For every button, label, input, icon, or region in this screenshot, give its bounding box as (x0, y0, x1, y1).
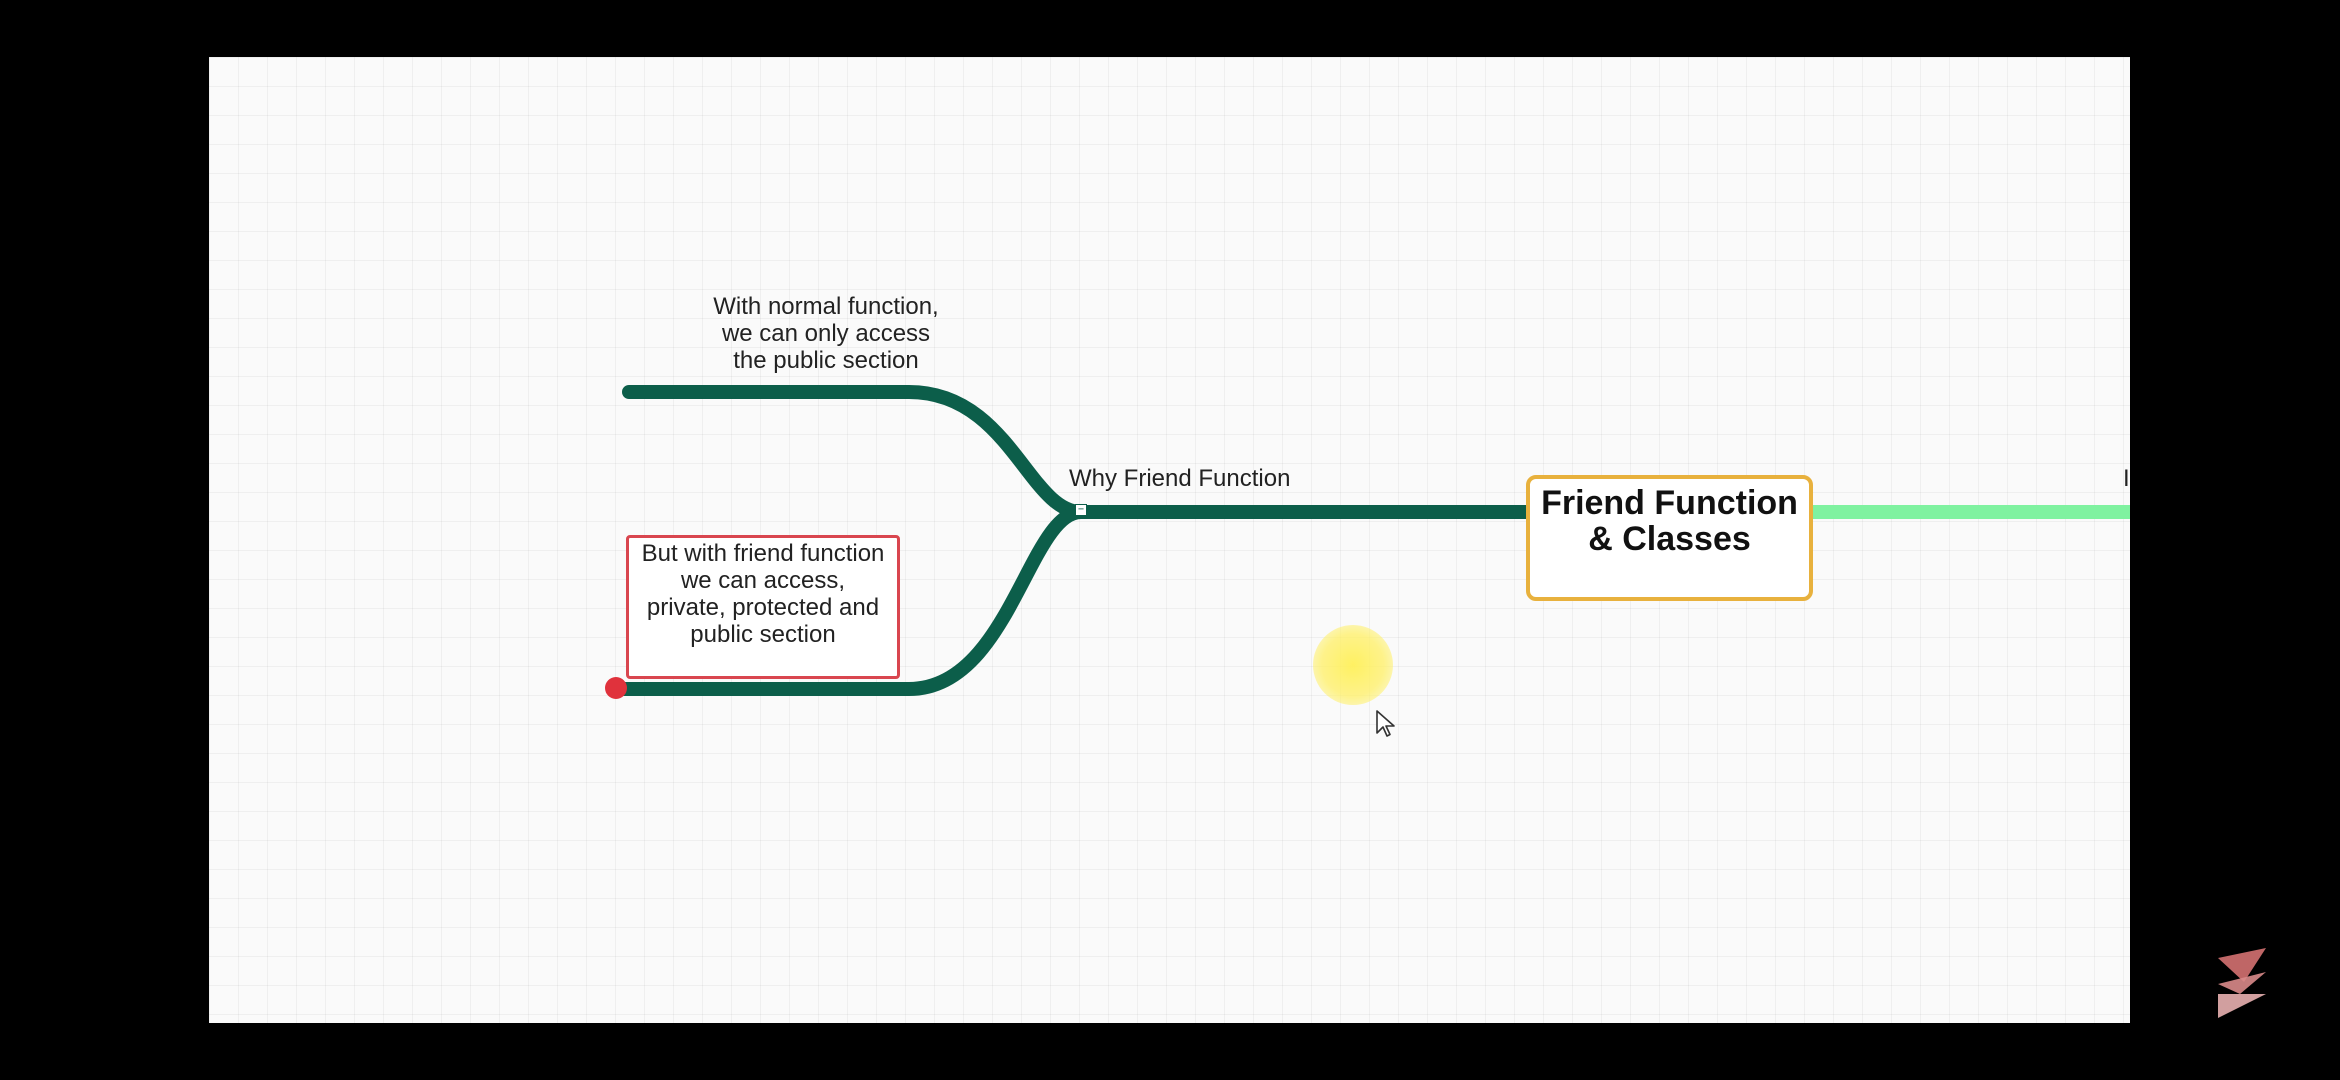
central-topic-node[interactable]: Friend Function & Classes (1526, 475, 1813, 601)
collapse-toggle-button[interactable]: − (1075, 504, 1087, 516)
cursor-highlight (1313, 625, 1393, 705)
branch-label-why-friend-function[interactable]: Why Friend Function (1069, 465, 1389, 492)
mindmap-canvas[interactable]: With normal function, we can only access… (209, 57, 2130, 1023)
offscreen-topic-fragment: I (2123, 465, 2130, 492)
branch-connectors (612, 385, 2130, 696)
branch-end-dot (605, 677, 627, 699)
upper-sub-branch-line (622, 385, 1088, 519)
play-logo-icon (2218, 948, 2266, 1018)
video-frame: With normal function, we can only access… (0, 0, 2340, 1080)
subtopic-normal-function[interactable]: With normal function, we can only access… (616, 293, 1036, 374)
subtopic-friend-function-access[interactable]: But with friend function we can access, … (626, 535, 900, 679)
mouse-pointer-icon (1376, 710, 1395, 737)
